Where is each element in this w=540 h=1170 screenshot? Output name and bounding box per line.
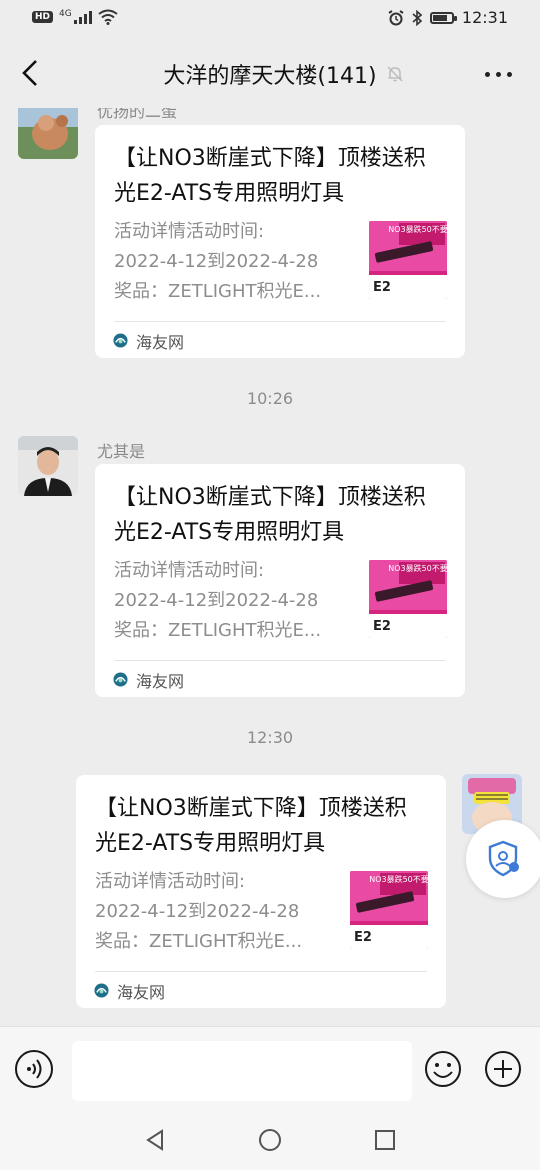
desc-line: 奖品：ZETLIGHT积光E...: [114, 620, 322, 641]
card-thumbnail: NO3暴跌50不要用 E2: [350, 871, 428, 949]
nav-recent-icon[interactable]: [374, 1129, 396, 1151]
clock: 12:31: [461, 8, 508, 27]
card-description: 活动详情活动时间: 2022-4-12到2022-4-28 奖品：ZETLIGH…: [114, 217, 354, 307]
card-description: 活动详情活动时间: 2022-4-12到2022-4-28 奖品：ZETLIGH…: [95, 867, 335, 957]
timestamp: 12:30: [246, 728, 294, 747]
thumb-text: NO3暴跌50不要用: [369, 874, 428, 884]
desc-line: 奖品：ZETLIGHT积光E...: [114, 281, 322, 302]
divider: [95, 971, 427, 972]
voice-icon[interactable]: [15, 1050, 53, 1088]
chat-title: 大洋的摩天大楼(141): [163, 64, 377, 89]
desc-line: 活动详情活动时间:: [114, 221, 265, 242]
desc-line: 2022-4-12到2022-4-28: [114, 251, 319, 272]
link-card[interactable]: 【让NO3断崖式下降】顶楼送积光E2-ATS专用照明灯具 活动详情活动时间: 2…: [95, 464, 465, 697]
bluetooth-icon: [412, 9, 422, 26]
status-bar: HD 4G 12:31: [0, 0, 540, 38]
emoji-icon[interactable]: [424, 1050, 462, 1088]
card-description: 活动详情活动时间: 2022-4-12到2022-4-28 奖品：ZETLIGH…: [114, 556, 354, 646]
thumb-text: NO3暴跌50不要用: [388, 563, 447, 573]
status-left: HD 4G: [32, 9, 118, 25]
message-input[interactable]: [72, 1041, 412, 1101]
desc-line: 活动详情活动时间:: [114, 560, 265, 581]
card-thumbnail: NO3暴跌50不要用 E2: [369, 560, 447, 638]
card-title: 【让NO3断崖式下降】顶楼送积光E2-ATS专用照明灯具: [114, 146, 426, 206]
status-right: 12:31: [388, 8, 508, 27]
title-wrap: 大洋的摩天大楼(141): [0, 58, 540, 90]
security-float-button[interactable]: [466, 820, 540, 898]
bell-off-icon: [387, 66, 403, 82]
source-name: 海友网: [136, 333, 185, 352]
sender-name: 尤其是: [97, 442, 146, 461]
divider: [114, 321, 446, 322]
card-title: 【让NO3断崖式下降】顶楼送积光E2-ATS专用照明灯具: [114, 485, 426, 545]
link-card[interactable]: 【让NO3断崖式下降】顶楼送积光E2-ATS专用照明灯具 活动详情活动时间: 2…: [76, 775, 446, 1008]
nav-back-icon[interactable]: [144, 1128, 166, 1152]
avatar[interactable]: [18, 108, 78, 159]
hd-badge: HD: [32, 11, 54, 23]
desc-line: 活动详情活动时间:: [95, 871, 246, 892]
source-name: 海友网: [117, 983, 166, 1002]
nav-home-icon[interactable]: [258, 1128, 282, 1152]
system-nav-bar: [0, 1108, 540, 1170]
avatar[interactable]: [18, 436, 78, 496]
shield-user-icon: [488, 840, 519, 877]
card-title: 【让NO3断崖式下降】顶楼送积光E2-ATS专用照明灯具: [95, 796, 407, 856]
plus-icon[interactable]: [484, 1050, 522, 1088]
message-list[interactable]: 优扬的二蛋 【让NO3断崖式下降】顶楼送积光E2-ATS专用照明灯具 活动详情活…: [0, 108, 540, 1026]
battery-icon: [429, 11, 457, 24]
source-logo-icon: [113, 333, 128, 348]
source-name: 海友网: [136, 672, 185, 691]
network-type: 4G: [59, 9, 72, 19]
sender-name: 优扬的二蛋: [97, 108, 178, 121]
source-logo-icon: [113, 672, 128, 687]
thumb-brand: E2: [373, 619, 391, 634]
chat-header: 大洋的摩天大楼(141): [0, 38, 540, 108]
input-bar: [0, 1026, 540, 1108]
thumb-brand: E2: [354, 930, 372, 945]
source-logo-icon: [94, 983, 109, 998]
desc-line: 2022-4-12到2022-4-28: [114, 590, 319, 611]
divider: [114, 660, 446, 661]
desc-line: 奖品：ZETLIGHT积光E...: [95, 931, 303, 952]
signal-icon: [73, 10, 92, 24]
wifi-icon: [98, 9, 118, 25]
desc-line: 2022-4-12到2022-4-28: [95, 901, 300, 922]
link-card[interactable]: 【让NO3断崖式下降】顶楼送积光E2-ATS专用照明灯具 活动详情活动时间: 2…: [95, 125, 465, 358]
thumb-brand: E2: [373, 280, 391, 295]
timestamp: 10:26: [246, 389, 294, 408]
thumb-text: NO3暴跌50不要用: [388, 224, 447, 234]
more-icon[interactable]: [485, 72, 512, 77]
card-thumbnail: NO3暴跌50不要用 E2: [369, 221, 447, 299]
alarm-icon: [388, 9, 404, 25]
